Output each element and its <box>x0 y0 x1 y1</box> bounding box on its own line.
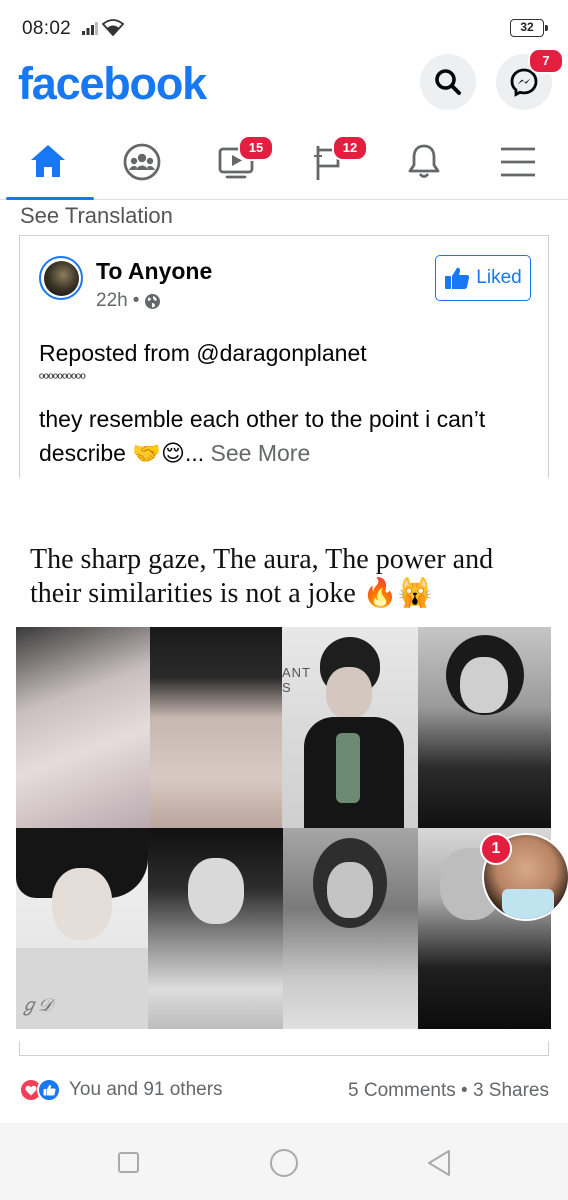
post-text-body: they resemble each other to the point i … <box>39 402 539 470</box>
photo-1 <box>16 627 150 828</box>
tab-groups[interactable] <box>94 126 188 198</box>
bell-icon <box>408 144 440 178</box>
photo-3: ANT S <box>282 627 418 828</box>
tab-watch[interactable]: 15 <box>188 126 282 198</box>
shared-card-bottom <box>19 1041 549 1056</box>
menu-icon <box>501 147 535 177</box>
home-icon <box>31 145 65 177</box>
chat-head-badge: 1 <box>480 833 512 865</box>
photo-5: ℊ𝒟 <box>16 828 148 1029</box>
tab-pages[interactable]: 12 <box>282 126 376 198</box>
main-tab-bar: 15 12 <box>0 126 568 200</box>
search-icon <box>435 69 461 95</box>
liked-label: Liked <box>476 267 522 288</box>
search-button[interactable] <box>420 54 476 110</box>
post-meta: 22h • <box>96 290 161 312</box>
liked-button[interactable]: Liked <box>435 255 531 301</box>
signal-icon <box>82 22 98 40</box>
tab-menu[interactable] <box>470 126 564 198</box>
home-system-button[interactable] <box>270 1149 298 1177</box>
post-time[interactable]: 22h <box>96 290 128 312</box>
wifi-icon <box>101 19 125 41</box>
tab-home[interactable] <box>0 126 94 200</box>
tab-notifications[interactable] <box>376 126 470 198</box>
status-time: 08:02 <box>22 18 72 39</box>
post-text-line1: Reposted from @daragonplanet <box>39 340 367 366</box>
pages-badge: 12 <box>332 135 368 161</box>
ellipsis: ... <box>184 440 205 466</box>
post-image[interactable]: The sharp gaze, The aura, The power and … <box>0 478 568 1041</box>
thumbs-up-icon <box>445 267 470 289</box>
post-text-dots: ºººººººººº <box>39 370 86 386</box>
chat-head-avatar <box>502 889 554 919</box>
photo-6 <box>148 828 283 1029</box>
messenger-button[interactable]: 7 <box>496 48 564 110</box>
comments-shares-count[interactable]: 5 Comments • 3 Shares <box>348 1080 549 1102</box>
groups-icon <box>123 143 161 181</box>
photo-4 <box>418 627 551 828</box>
reactions-text: You and 91 others <box>69 1079 223 1100</box>
post-author[interactable]: To Anyone <box>96 258 212 285</box>
photo-brand-text: ANT S <box>282 665 311 695</box>
like-icon <box>37 1078 61 1102</box>
system-nav-bar <box>0 1123 568 1200</box>
recent-apps-button[interactable] <box>118 1152 139 1173</box>
facebook-logo[interactable]: facebook <box>18 58 207 110</box>
photo-7 <box>283 828 418 1029</box>
photo-2 <box>150 627 282 828</box>
shared-post-card: To Anyone 22h • Liked Reposted from @dar… <box>19 235 549 478</box>
battery-indicator: 32 <box>510 19 548 37</box>
see-more-link[interactable]: See More <box>211 440 311 466</box>
see-translation-link[interactable]: See Translation <box>20 203 173 229</box>
meta-separator: • <box>132 290 140 311</box>
app-header: facebook 7 <box>0 48 568 122</box>
page-avatar[interactable] <box>39 256 83 300</box>
reactions-summary[interactable]: You and 91 others <box>19 1078 223 1102</box>
globe-icon <box>145 293 161 309</box>
messenger-badge: 7 <box>528 48 564 74</box>
watch-badge: 15 <box>238 135 274 161</box>
image-caption: The sharp gaze, The aura, The power and … <box>30 544 494 609</box>
back-button[interactable] <box>426 1149 452 1177</box>
status-bar: 08:02 32 <box>0 0 568 52</box>
photo-signature: ℊ𝒟 <box>20 995 53 1016</box>
